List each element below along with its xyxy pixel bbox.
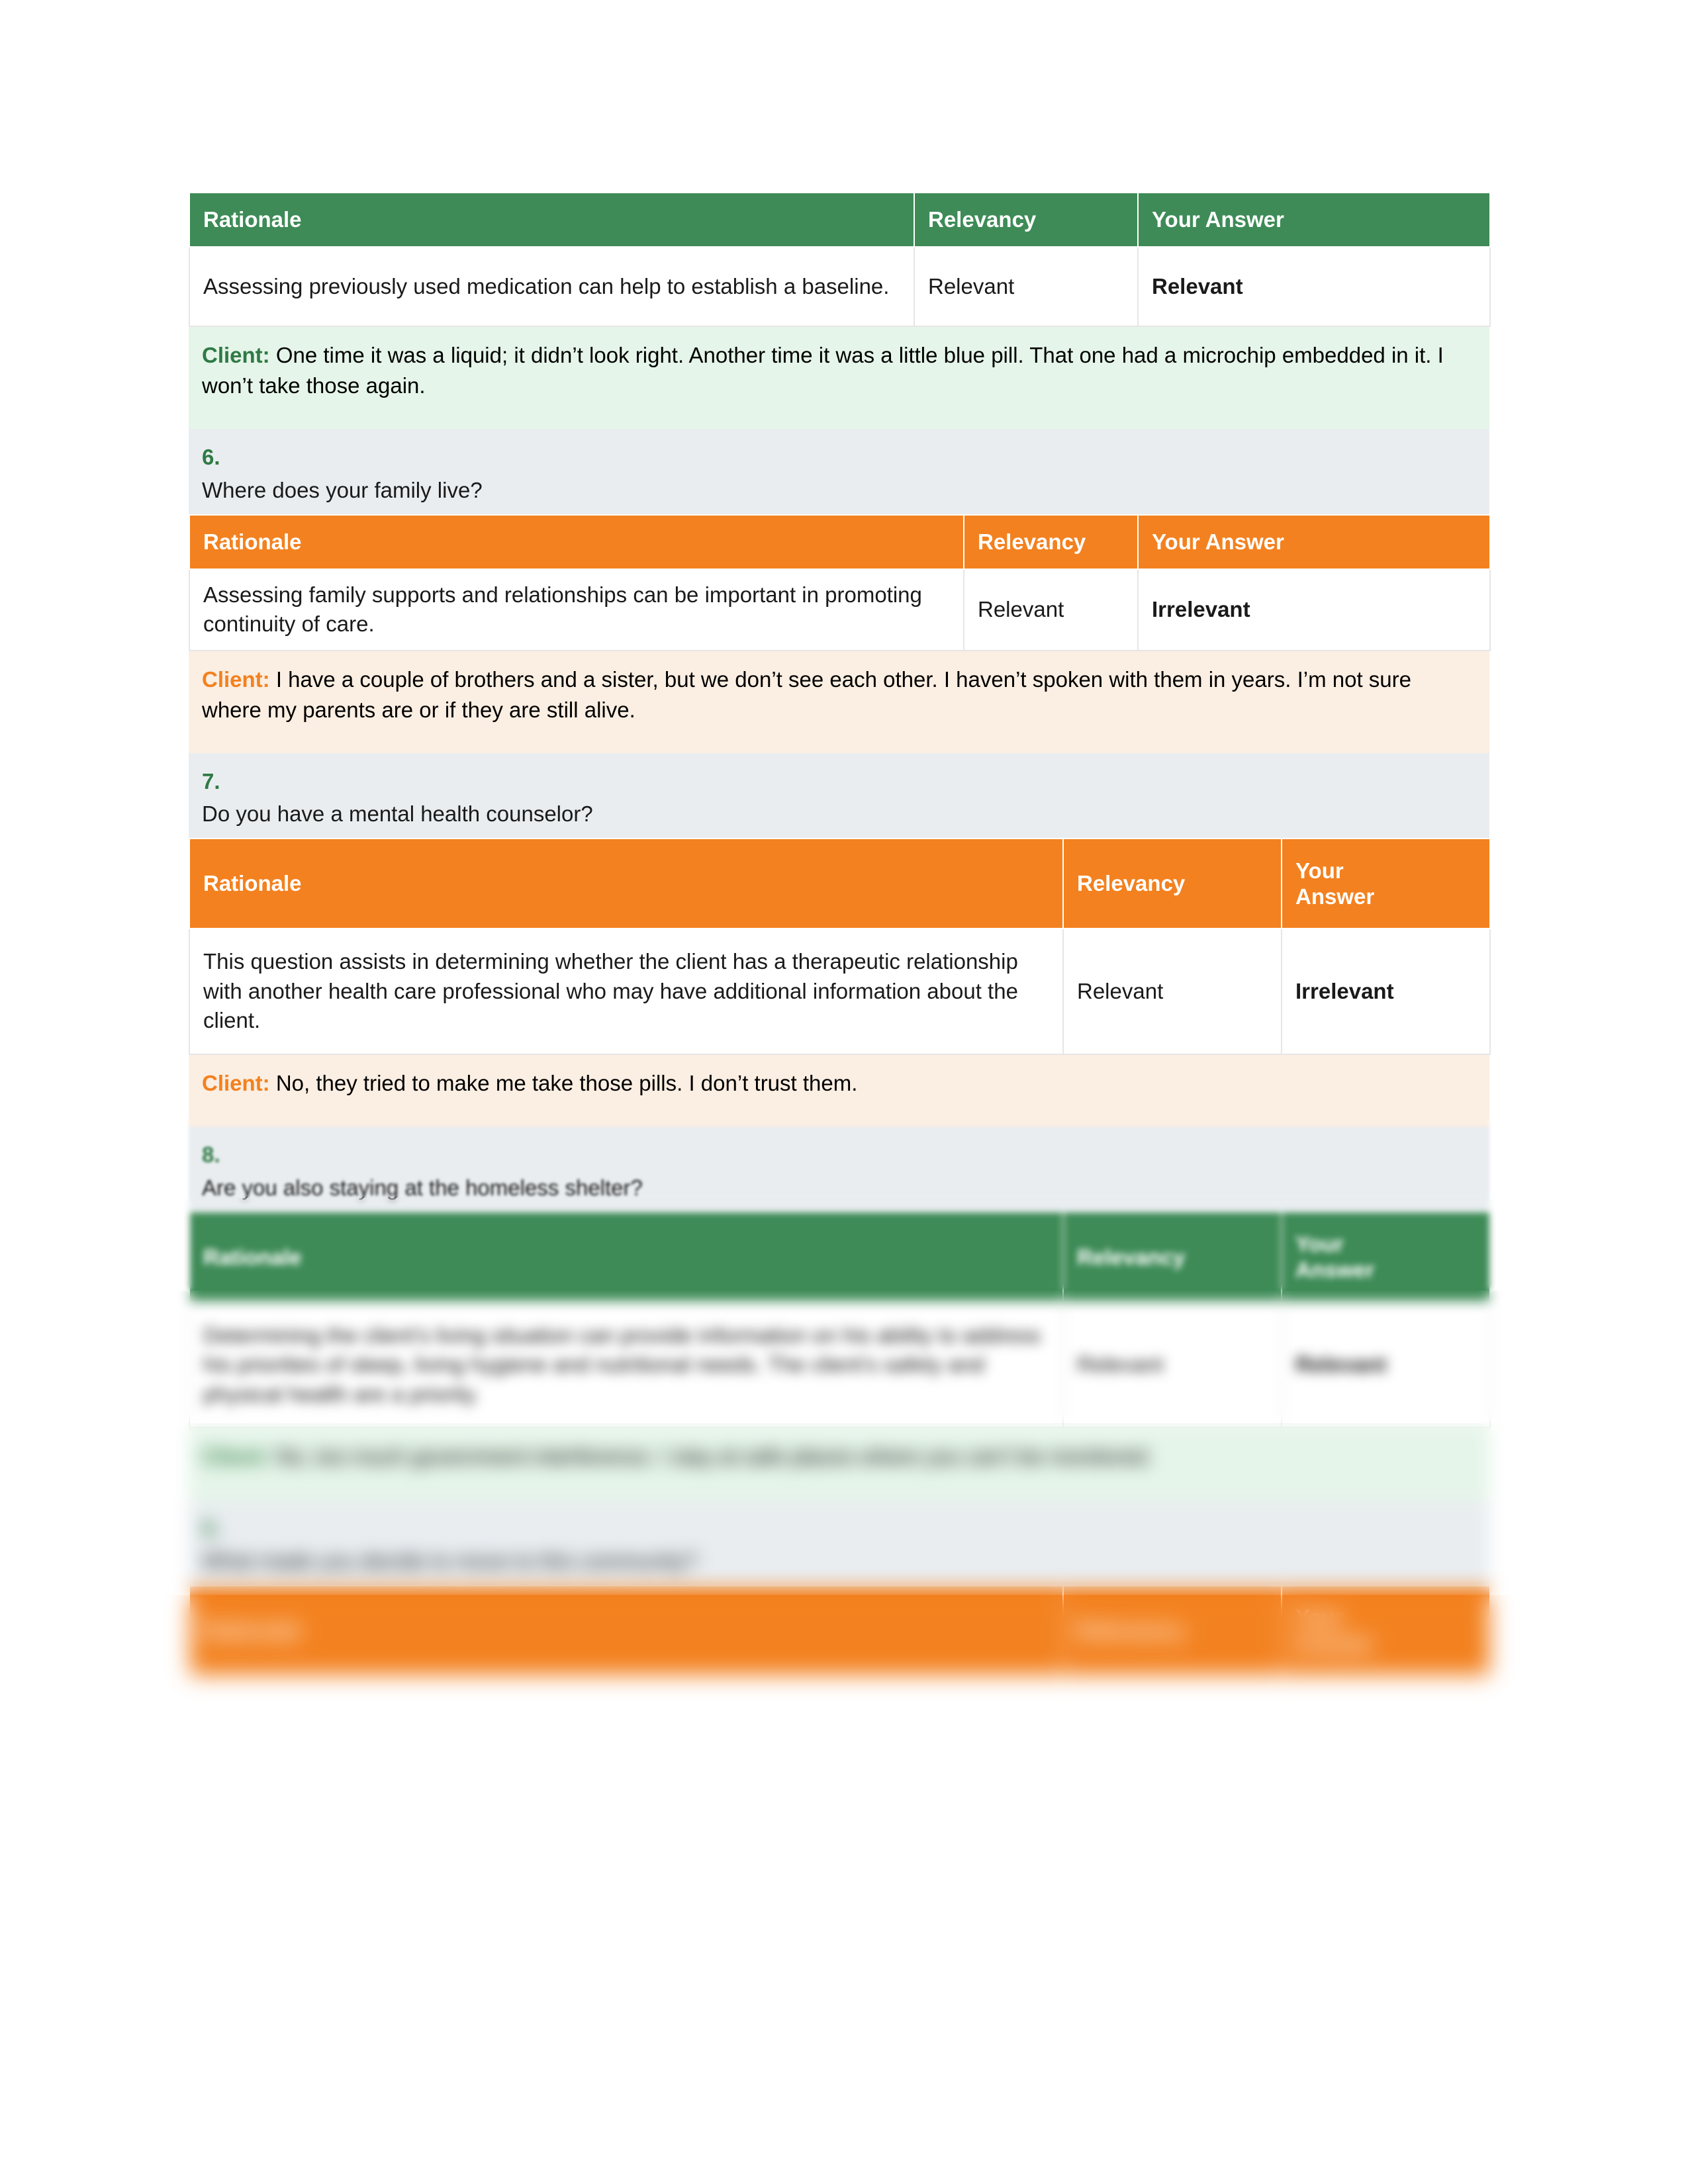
- client-label: Client:: [202, 1444, 270, 1469]
- column-header-relevancy: Relevancy: [1062, 838, 1282, 930]
- column-header-relevancy: Relevancy: [1062, 1584, 1282, 1676]
- question-block-6: 6. Where does your family live?: [189, 429, 1489, 514]
- table-row: Assessing family supports and relationsh…: [189, 568, 1491, 651]
- question-text-9: What made you decide to move to this com…: [202, 1548, 698, 1573]
- your-answer-line-2: Answer: [1295, 1631, 1375, 1656]
- column-header-rationale: Rationale: [189, 514, 964, 570]
- client-text: No, too much government interference. I …: [275, 1444, 1153, 1469]
- table-row: Assessing previously used medication can…: [189, 246, 1491, 327]
- rationale-table-section-8: Rationale Relevancy Your Answer Determin…: [189, 1211, 1491, 1429]
- document-page: Rationale Relevancy Your Answer Assessin…: [0, 0, 1688, 2184]
- your-answer-line-1: Your: [1295, 1605, 1344, 1630]
- column-header-relevancy: Relevancy: [914, 192, 1139, 248]
- client-label: Client:: [202, 666, 270, 692]
- question-block-7: 7. Do you have a mental health counselor…: [189, 752, 1489, 839]
- column-header-rationale: Rationale: [189, 838, 1064, 930]
- cell-your-answer: Irrelevant: [1281, 928, 1491, 1056]
- table-row: Determining the client’s living situatio…: [189, 1301, 1491, 1429]
- client-response-section-5: Client: One time it was a liquid; it did…: [189, 327, 1489, 430]
- column-header-rationale: Rationale: [189, 1584, 1064, 1676]
- cell-your-answer: Relevant: [1137, 246, 1491, 327]
- rationale-table-section-9: Rationale Relevancy Your Answer: [189, 1584, 1491, 1676]
- client-text: One time it was a liquid; it didn’t look…: [202, 343, 1444, 398]
- client-text: I have a couple of brothers and a sister…: [202, 666, 1411, 722]
- table-header-row: Rationale Relevancy Your Answer: [189, 192, 1491, 248]
- client-response-section-6: Client: I have a couple of brothers and …: [189, 651, 1489, 753]
- cell-your-answer: Relevant: [1281, 1301, 1491, 1429]
- question-text-8: Are you also staying at the homeless she…: [202, 1175, 643, 1200]
- table-header-row: Rationale Relevancy Your Answer: [189, 514, 1491, 570]
- question-number-6: 6.: [202, 445, 220, 470]
- client-label: Client:: [202, 1071, 270, 1096]
- client-label: Client:: [202, 343, 270, 367]
- your-answer-line-2: Answer: [1295, 1257, 1375, 1283]
- blur-overlay-6: [0, 1807, 1688, 2085]
- table-header-row: Rationale Relevancy Your Answer: [189, 1584, 1491, 1676]
- column-header-relevancy: Relevancy: [963, 514, 1139, 570]
- column-header-your-answer: Your Answer: [1137, 514, 1491, 570]
- rationale-table-section-6: Rationale Relevancy Your Answer Assessin…: [189, 514, 1491, 651]
- question-text-7: Do you have a mental health counselor?: [202, 801, 593, 827]
- column-header-your-answer: Your Answer: [1281, 1584, 1491, 1676]
- cell-relevancy: Relevant: [914, 246, 1139, 327]
- blur-overlay-7: [0, 2085, 1688, 2184]
- your-answer-line-2: Answer: [1295, 884, 1375, 909]
- column-header-your-answer: Your Answer: [1281, 838, 1491, 930]
- table-header-row: Rationale Relevancy Your Answer: [189, 838, 1491, 930]
- question-block-9: 9. What made you decide to move to this …: [189, 1500, 1489, 1585]
- rationale-table-section-5: Rationale Relevancy Your Answer Assessin…: [189, 192, 1491, 327]
- cell-rationale: This question assists in determining whe…: [189, 928, 1064, 1056]
- cell-your-answer: Irrelevant: [1137, 568, 1491, 651]
- column-header-rationale: Rationale: [189, 192, 915, 248]
- table-header-row: Rationale Relevancy Your Answer: [189, 1211, 1491, 1303]
- cell-relevancy: Relevant: [963, 568, 1139, 651]
- table-row: This question assists in determining whe…: [189, 928, 1491, 1056]
- question-number-8: 8.: [202, 1142, 220, 1167]
- cell-rationale: Assessing family supports and relationsh…: [189, 568, 964, 651]
- cell-rationale: Assessing previously used medication can…: [189, 246, 915, 327]
- document-content: Rationale Relevancy Your Answer Assessin…: [189, 192, 1491, 1676]
- question-number-9: 9.: [202, 1516, 220, 1541]
- cell-rationale: Determining the client’s living situatio…: [189, 1301, 1064, 1429]
- client-response-section-8: Client: No, too much government interfer…: [189, 1428, 1489, 1500]
- rationale-table-section-7: Rationale Relevancy Your Answer This que…: [189, 838, 1491, 1056]
- column-header-your-answer: Your Answer: [1137, 192, 1491, 248]
- client-text: No, they tried to make me take those pil…: [275, 1071, 858, 1096]
- column-header-rationale: Rationale: [189, 1211, 1064, 1303]
- column-header-relevancy: Relevancy: [1062, 1211, 1282, 1303]
- bottom-white-fade: [0, 2019, 1688, 2184]
- question-number-7: 7.: [202, 768, 220, 794]
- your-answer-line-1: Your: [1295, 858, 1344, 883]
- cell-relevancy: Relevant: [1062, 928, 1282, 1056]
- cell-relevancy: Relevant: [1062, 1301, 1282, 1429]
- question-text-6: Where does your family live?: [202, 477, 483, 502]
- client-response-section-7: Client: No, they tried to make me take t…: [189, 1055, 1489, 1127]
- your-answer-line-1: Your: [1295, 1231, 1344, 1256]
- question-block-8: 8. Are you also staying at the homeless …: [189, 1126, 1489, 1212]
- column-header-your-answer: Your Answer: [1281, 1211, 1491, 1303]
